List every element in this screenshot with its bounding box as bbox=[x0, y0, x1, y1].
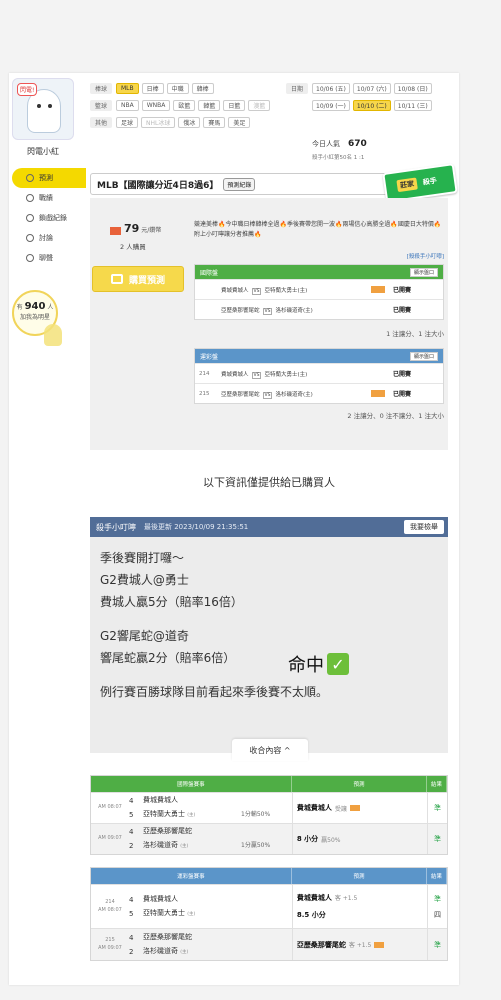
coupon-icon bbox=[110, 226, 121, 235]
table-row: 215 AM 09:07 4 2 亞歷桑那響尾蛇 洛杉磯道奇 (主) 亞歷桑那響尾蛇客 +… bbox=[91, 928, 447, 960]
chip-wnba[interactable]: WNBA bbox=[141, 99, 171, 111]
nav-item-record[interactable]: 戰績 bbox=[12, 188, 86, 208]
date-label: 日期 bbox=[286, 82, 308, 94]
hit-label: 命中 ✓ bbox=[288, 651, 349, 677]
show-odds-button[interactable]: 顯示盤口 bbox=[409, 267, 438, 277]
chip-kr-basket[interactable]: 韓籃 bbox=[198, 99, 221, 111]
table-row: 214 費城費城人 VS 亞特蘭大勇士(主) 已開賽 bbox=[195, 363, 443, 383]
last-updated: 最後更新 2023/10/09 21:35:51 bbox=[144, 523, 249, 531]
record-icon bbox=[26, 214, 34, 222]
buyer-count: 2 人購買 bbox=[120, 243, 146, 251]
hot-icon bbox=[371, 390, 385, 397]
nav-item-lock-record[interactable]: 鎖戲紀錄 bbox=[12, 208, 86, 228]
hot-icon bbox=[374, 941, 385, 948]
target-icon bbox=[26, 174, 34, 182]
table-row: AM 08:07 4 5 費城費城人 亞特蘭大勇士 (主) 1分輸50% 費城費城人 受讓 … bbox=[91, 792, 447, 823]
sidebar-nav: 預測 戰績 鎖戲紀錄 討論 聊聲 bbox=[12, 168, 86, 268]
prediction-record-tag[interactable]: 預測紀錄 bbox=[223, 177, 256, 191]
chip-nba[interactable]: NBA bbox=[116, 99, 139, 111]
discuss-icon bbox=[26, 234, 34, 242]
lightbulb-icon bbox=[44, 324, 62, 346]
purchase-notice: 以下資訊僅提供給已購買人 bbox=[203, 476, 335, 489]
table-row: 亞歷桑那響尾蛇 VS 洛杉磯道奇(主) 已開賽 bbox=[195, 299, 443, 319]
intl-market-table: 國際盤 顯示盤口 費城費城人 VS 亞特蘭大勇士(主) 已開賽 亞歷桑那響尾蛇 VS 洛杉磯… bbox=[194, 264, 444, 320]
table-row: AM 09:07 4 2 亞歷桑那響尾蛇 洛杉磯道奇 (主) 1分贏50% 8 小分 贏50… bbox=[91, 823, 447, 854]
filter-label-baseball: 棒球 bbox=[90, 82, 112, 94]
buy-prediction-button[interactable]: 購買預測 bbox=[92, 266, 184, 292]
date-chip[interactable]: 10/08 (日) bbox=[393, 82, 432, 94]
sport-filters: 棒球 MLB 日棒 中職 韓棒 籃球 NBA WNBA 歐籃 韓籃 日籃 澳籃 … bbox=[90, 82, 280, 133]
date-chip[interactable]: 10/11 (三) bbox=[393, 99, 432, 111]
chip-soccer[interactable]: 足球 bbox=[116, 116, 139, 128]
table-row: 215 亞歷桑那響尾蛇 VS 洛杉磯道奇(主) 已開賽 bbox=[195, 383, 443, 403]
mic-icon bbox=[26, 254, 34, 262]
chat-icon bbox=[26, 194, 34, 202]
table-row: 214 AM 08:07 4 5 費城費城人 亞特蘭大勇士 (主) 費城費城人客 +1.5… bbox=[91, 884, 447, 928]
hot-icon bbox=[349, 805, 360, 811]
chip-horse[interactable]: 賽馬 bbox=[203, 116, 226, 128]
collapse-content-button[interactable]: 收合內容 ^ bbox=[232, 739, 308, 761]
rank-text: 殺手小紅第50名 1 :1 bbox=[312, 155, 365, 162]
filter-label-other: 其他 bbox=[90, 116, 112, 128]
nav-item-voice[interactable]: 聊聲 bbox=[12, 248, 86, 268]
result-table-lottery: 運彩盤賽事 預測 結果 214 AM 08:07 4 5 費城費城人 亞特蘭大勇士 (主) 費… bbox=[90, 867, 448, 961]
chip-cpbl[interactable]: 中職 bbox=[166, 82, 189, 94]
show-odds-button[interactable]: 顯示盤口 bbox=[409, 351, 438, 361]
killer-tips-box: 殺手小叮嚀 最後更新 2023/10/09 21:35:51 我要檢舉 季後賽開… bbox=[90, 517, 448, 761]
date-filters: 日期 10/06 (五) 10/07 (六) 10/08 (日) 10/09 (… bbox=[286, 82, 451, 116]
avatar-bubble: 閃電! bbox=[17, 83, 38, 96]
chip-kbo[interactable]: 韓棒 bbox=[191, 82, 214, 94]
check-mark-icon: ✓ bbox=[327, 653, 349, 675]
filter-label-basketball: 籃球 bbox=[90, 99, 112, 111]
purchase-panel: 79 元/鑽幣 2 人購買 購買預測 競達美棒🔥今中職日棒韓棒全過🔥季後賽帶您開… bbox=[90, 198, 448, 450]
avatar[interactable]: 閃電! bbox=[12, 78, 74, 140]
prediction-description: 競達美棒🔥今中職日棒韓棒全過🔥季後賽帶您開一波🔥兩場信心高勝全過🔥國慶日大特價🔥… bbox=[194, 221, 442, 238]
date-chip[interactable]: 10/07 (六) bbox=[352, 82, 391, 94]
report-button[interactable]: 我要檢舉 bbox=[404, 520, 444, 534]
intl-summary: 1 注讓分、1 注大小 bbox=[386, 330, 444, 338]
table-row: 費城費城人 VS 亞特蘭大勇士(主) 已開賽 bbox=[195, 279, 443, 299]
date-chip-selected[interactable]: 10/10 (二) bbox=[352, 99, 391, 111]
nav-item-predict[interactable]: 預測 bbox=[12, 168, 86, 188]
tips-content: 季後賽開打囉～ G2費城人@勇士 費城人贏5分（賠率16倍） G2響尾蛇@道奇 … bbox=[100, 551, 329, 699]
chip-khl[interactable]: 俄冰 bbox=[178, 116, 201, 128]
user-name: 閃電小紅 bbox=[27, 147, 59, 156]
tips-link[interactable]: [殺殺手小叮嚀] bbox=[407, 252, 444, 260]
lottery-summary: 2 注讓分、0 注不讓分、1 注大小 bbox=[347, 412, 444, 420]
chip-mlb[interactable]: MLB bbox=[116, 82, 139, 94]
chip-au-basket[interactable]: 澳籃 bbox=[248, 99, 271, 111]
chip-npb[interactable]: 日棒 bbox=[141, 82, 164, 94]
price: 79 元/鑽幣 bbox=[110, 222, 161, 235]
chip-euro-basket[interactable]: 歐籃 bbox=[173, 99, 196, 111]
date-chip[interactable]: 10/06 (五) bbox=[312, 82, 350, 94]
chip-football[interactable]: 美足 bbox=[228, 116, 251, 128]
stats: 今日人氣 670 殺手小紅第50名 1 :1 bbox=[312, 136, 367, 164]
hot-icon bbox=[371, 286, 385, 293]
nav-item-discuss[interactable]: 討論 bbox=[12, 228, 86, 248]
tips-title: 殺手小叮嚀 bbox=[96, 522, 136, 532]
result-table-intl: 國際盤賽事 預測 結果 AM 08:07 4 5 費城費城人 亞特蘭大勇士 (主) 1分輸50… bbox=[90, 775, 448, 855]
chip-jp-basket[interactable]: 日籃 bbox=[223, 99, 246, 111]
cart-icon bbox=[110, 274, 123, 284]
visitor-count: 670 bbox=[348, 139, 367, 149]
chip-nhl[interactable]: NHL冰球 bbox=[141, 116, 176, 128]
date-chip[interactable]: 10/09 (一) bbox=[312, 99, 350, 111]
lottery-market-table: 運彩盤 顯示盤口 214 費城費城人 VS 亞特蘭大勇士(主) 已開賽 215 亞歷桑那響尾… bbox=[194, 348, 444, 404]
prediction-title: MLB【國際讓分近4日8過6】 bbox=[97, 180, 219, 191]
